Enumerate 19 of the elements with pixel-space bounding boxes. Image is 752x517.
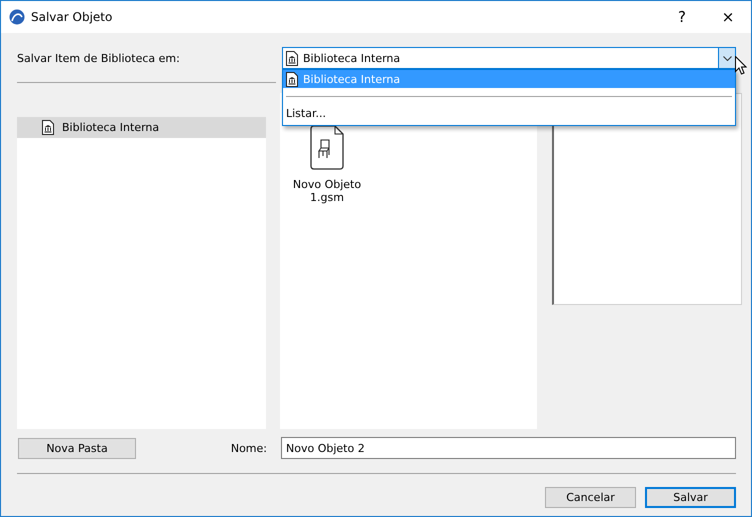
close-button[interactable]: × bbox=[705, 1, 751, 33]
window-title: Salvar Objeto bbox=[31, 10, 114, 24]
dialog-button[interactable]: Cancelar bbox=[545, 487, 636, 508]
app-icon bbox=[9, 9, 25, 25]
dialog-button[interactable]: Salvar bbox=[645, 487, 736, 508]
help-button[interactable]: ? bbox=[659, 1, 705, 33]
dropdown-option[interactable]: Listar... bbox=[283, 104, 735, 122]
dropdown-value: Biblioteca Interna bbox=[303, 52, 402, 64]
name-field[interactable]: Novo Objeto 2 bbox=[281, 437, 736, 459]
location-label: Salvar Item de Biblioteca em: bbox=[17, 52, 181, 64]
dropdown-button[interactable] bbox=[718, 48, 735, 68]
new-folder-button[interactable]: Nova Pasta bbox=[18, 438, 136, 458]
chevron-down-icon bbox=[722, 56, 732, 60]
library-icon bbox=[286, 72, 298, 86]
library-icon bbox=[42, 120, 54, 135]
name-label: Nome: bbox=[230, 442, 268, 454]
library-item[interactable]: Biblioteca Interna bbox=[17, 117, 266, 138]
library-icon bbox=[286, 50, 298, 66]
file-name[interactable]: Novo Objeto 1.gsm bbox=[292, 178, 362, 204]
